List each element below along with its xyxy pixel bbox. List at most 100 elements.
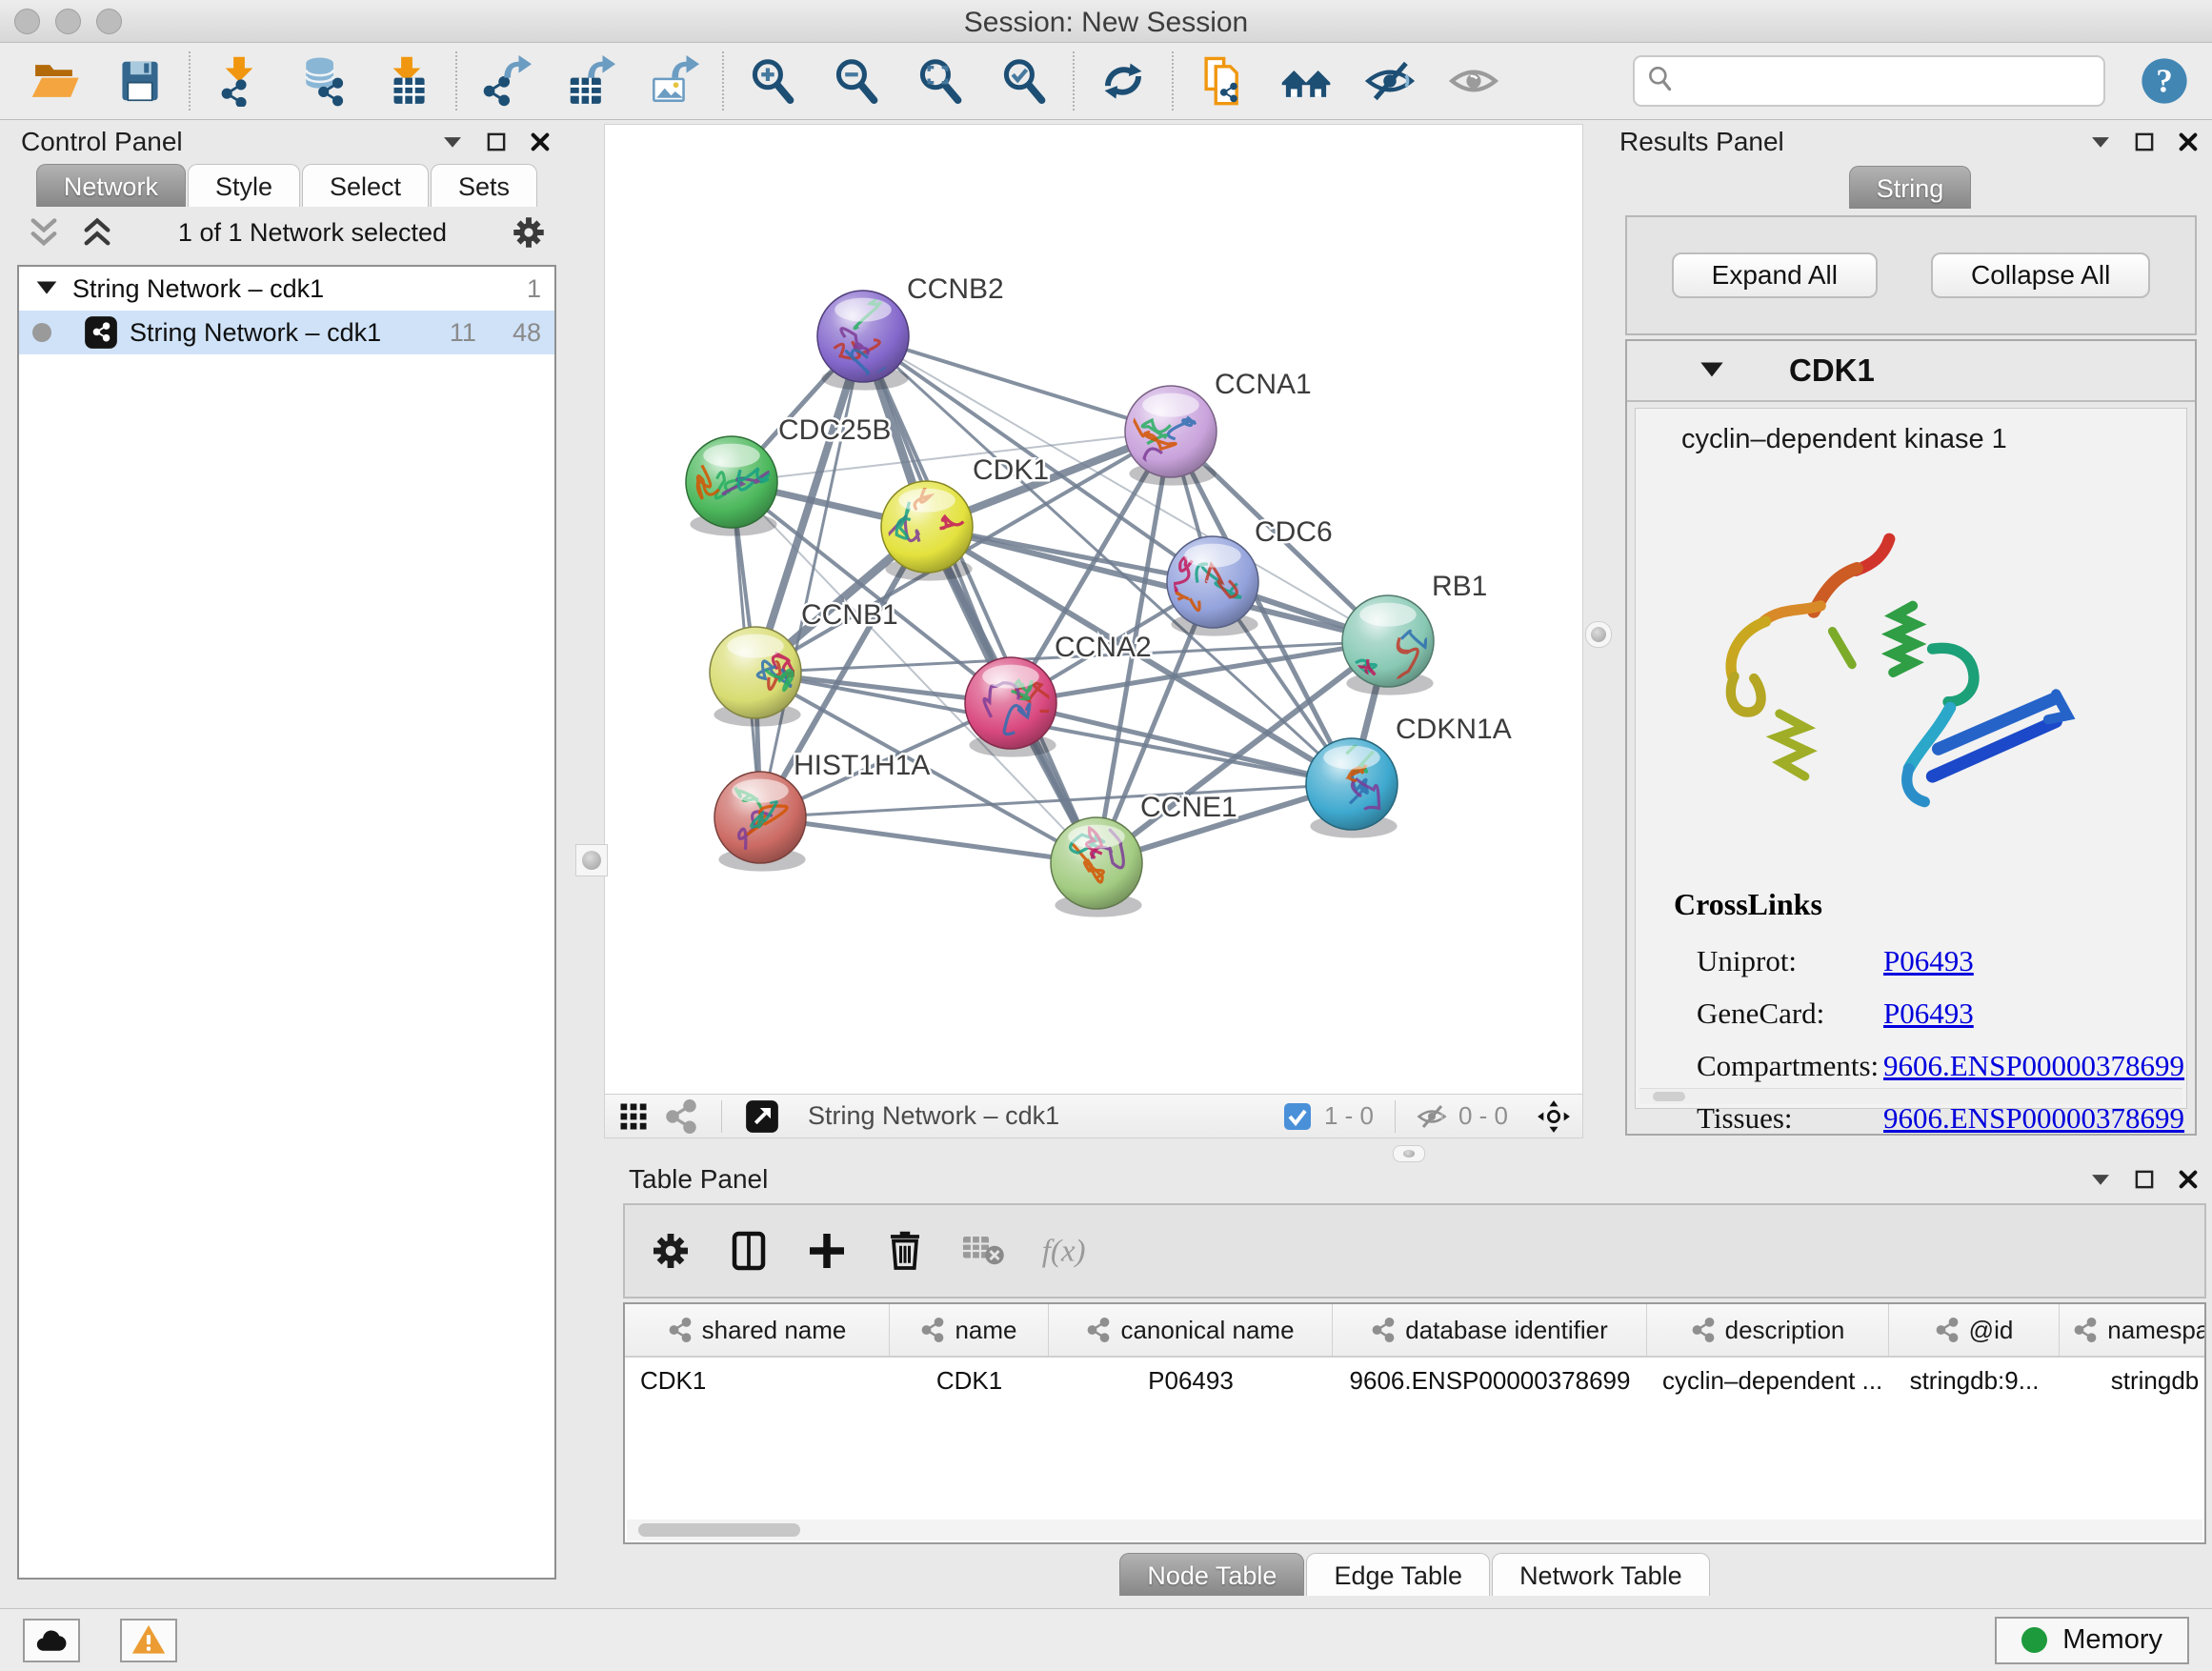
table-panel-menu-icon[interactable] (2088, 1167, 2113, 1192)
table-cell[interactable]: CDK1 (625, 1358, 890, 1403)
table-cell[interactable]: stringdb:9... (1889, 1358, 2060, 1403)
control-panel-close-icon[interactable] (528, 130, 553, 154)
tab-select[interactable]: Select (302, 164, 429, 207)
tab-edge-table[interactable]: Edge Table (1306, 1553, 1490, 1596)
search-box[interactable] (1633, 55, 2105, 107)
zoom-out-button[interactable] (829, 53, 884, 109)
export-table-button[interactable] (562, 53, 617, 109)
column-header-description[interactable]: description (1647, 1304, 1889, 1356)
show-columns-icon[interactable] (726, 1228, 772, 1274)
export-image-button[interactable] (646, 53, 701, 109)
crosslink-link[interactable]: P06493 (1883, 944, 1974, 978)
network-selection-status: 1 of 1 Network selected (131, 218, 493, 248)
column-header--id[interactable]: @id (1889, 1304, 2060, 1356)
table-cell[interactable]: CDK1 (890, 1358, 1049, 1403)
tab-network-table[interactable]: Network Table (1492, 1553, 1710, 1596)
column-header-label: namespace (2107, 1316, 2206, 1345)
search-input[interactable] (1684, 66, 2094, 97)
birds-eye-view-icon[interactable] (745, 1099, 779, 1134)
table-cell[interactable]: cyclin–dependent ... (1647, 1358, 1889, 1403)
table-hscrollbar[interactable] (627, 1520, 2202, 1540)
crosslink-link[interactable]: 9606.ENSP00000378699 (1883, 1101, 2184, 1136)
import-network-database-button[interactable] (295, 53, 351, 109)
copy-network-document-button[interactable] (1195, 53, 1250, 109)
control-panel-float-icon[interactable] (484, 130, 509, 154)
control-panel: Control Panel Network Style Select Sets … (10, 120, 564, 1602)
import-network-file-button[interactable] (211, 53, 267, 109)
refresh-network-button[interactable] (1096, 53, 1151, 109)
results-scrollbar[interactable] (1639, 1088, 2182, 1104)
protein-structure-image (1681, 512, 2081, 845)
network-edge-CCNB2-CCNA1[interactable] (863, 336, 1171, 432)
table-options-gear-icon[interactable] (648, 1228, 694, 1274)
node-label-RB1: RB1 (1432, 571, 1487, 602)
results-panel-float-icon[interactable] (2132, 130, 2157, 154)
search-icon (1644, 63, 1677, 100)
memory-button[interactable]: Memory (1995, 1617, 2189, 1664)
column-header-namespace[interactable]: namespace (2060, 1304, 2206, 1356)
network-edge-HIST1H1A-CCNE1[interactable] (760, 817, 1096, 863)
column-header-shared-name[interactable]: shared name (625, 1304, 890, 1356)
create-column-icon[interactable] (804, 1228, 850, 1274)
warnings-icon[interactable] (120, 1619, 177, 1662)
tab-node-table[interactable]: Node Table (1119, 1553, 1304, 1596)
network-options-gear-icon[interactable] (509, 212, 549, 252)
table-cell[interactable]: stringdb (2060, 1358, 2206, 1403)
show-grid-icon[interactable] (616, 1099, 651, 1134)
cloud-services-icon[interactable] (23, 1619, 80, 1662)
table-cell[interactable]: 9606.ENSP00000378699 (1333, 1358, 1647, 1403)
export-network-button[interactable] (478, 53, 533, 109)
network-edge-CCNB2-HIST1H1A[interactable] (760, 336, 863, 817)
import-table-file-button[interactable] (379, 53, 434, 109)
collapse-all-button[interactable]: Collapse All (1931, 252, 2150, 298)
expand-all-networks-icon[interactable] (78, 213, 116, 252)
delete-column-icon[interactable] (882, 1228, 928, 1274)
zoom-selected-button[interactable] (996, 53, 1052, 109)
entry-disclosure-icon[interactable] (1696, 354, 1728, 387)
column-header-label: description (1725, 1316, 1845, 1345)
tab-sets[interactable]: Sets (431, 164, 537, 207)
expand-all-button[interactable]: Expand All (1672, 252, 1878, 298)
node-gloss (727, 634, 784, 658)
network-style-icon[interactable] (664, 1099, 698, 1134)
collection-disclosure-icon[interactable] (32, 274, 61, 303)
results-panel-close-icon[interactable] (2176, 130, 2201, 154)
table-panel-float-icon[interactable] (2132, 1167, 2157, 1192)
tab-string[interactable]: String (1849, 166, 1972, 209)
pan-mode-icon[interactable] (1537, 1099, 1571, 1134)
toolbar-group (211, 53, 434, 109)
table-cell[interactable]: P06493 (1049, 1358, 1333, 1403)
results-panel-menu-icon[interactable] (2088, 130, 2113, 154)
column-header-canonical-name[interactable]: canonical name (1049, 1304, 1333, 1356)
left-splitter-handle[interactable] (575, 844, 608, 876)
open-session-button[interactable] (29, 53, 84, 109)
save-session-button[interactable] (112, 53, 168, 109)
network-canvas[interactable]: CCNB2CCNA1CDC25BCDK1CDC6RB1CCNB1CCNA2CDK… (605, 125, 1582, 1094)
network-edge-CCNB2-CCNE1[interactable] (863, 336, 1096, 863)
crosslink-link[interactable]: P06493 (1883, 997, 1974, 1031)
column-header-database-identifier[interactable]: database identifier (1333, 1304, 1647, 1356)
selected-checkbox-icon[interactable] (1282, 1101, 1313, 1132)
crosslink-link[interactable]: 9606.ENSP00000378699 (1883, 1049, 2184, 1083)
column-header-name[interactable]: name (890, 1304, 1049, 1356)
network-row[interactable]: String Network – cdk1 11 48 (19, 311, 554, 354)
table-panel-close-icon[interactable] (2176, 1167, 2201, 1192)
tab-style[interactable]: Style (188, 164, 300, 207)
table-panel-header: Table Panel (617, 1158, 2212, 1201)
collapse-all-networks-icon[interactable] (25, 213, 63, 252)
node-entry-header[interactable]: CDK1 (1627, 341, 2195, 402)
help-button[interactable]: ? (2138, 54, 2191, 108)
network-edge-CCNA2-CDKN1A[interactable] (1011, 703, 1352, 784)
network-node-count: 11 (450, 318, 476, 348)
tab-network[interactable]: Network (36, 164, 186, 207)
zoom-in-button[interactable] (745, 53, 800, 109)
bottom-splitter-handle[interactable] (1393, 1145, 1425, 1162)
network-collection-row[interactable]: String Network – cdk1 1 (19, 267, 554, 311)
zoom-fit-button[interactable] (913, 53, 968, 109)
hide-selection-button[interactable] (1362, 53, 1418, 109)
control-panel-menu-icon[interactable] (440, 130, 465, 154)
network-view[interactable]: CCNB2CCNA1CDC25BCDK1CDC6RB1CCNB1CCNA2CDK… (604, 124, 1583, 1138)
right-splitter-handle[interactable] (1585, 621, 1612, 648)
string-houses-button[interactable] (1278, 53, 1334, 109)
table-row[interactable]: CDK1CDK1P064939606.ENSP00000378699cyclin… (625, 1358, 2204, 1403)
